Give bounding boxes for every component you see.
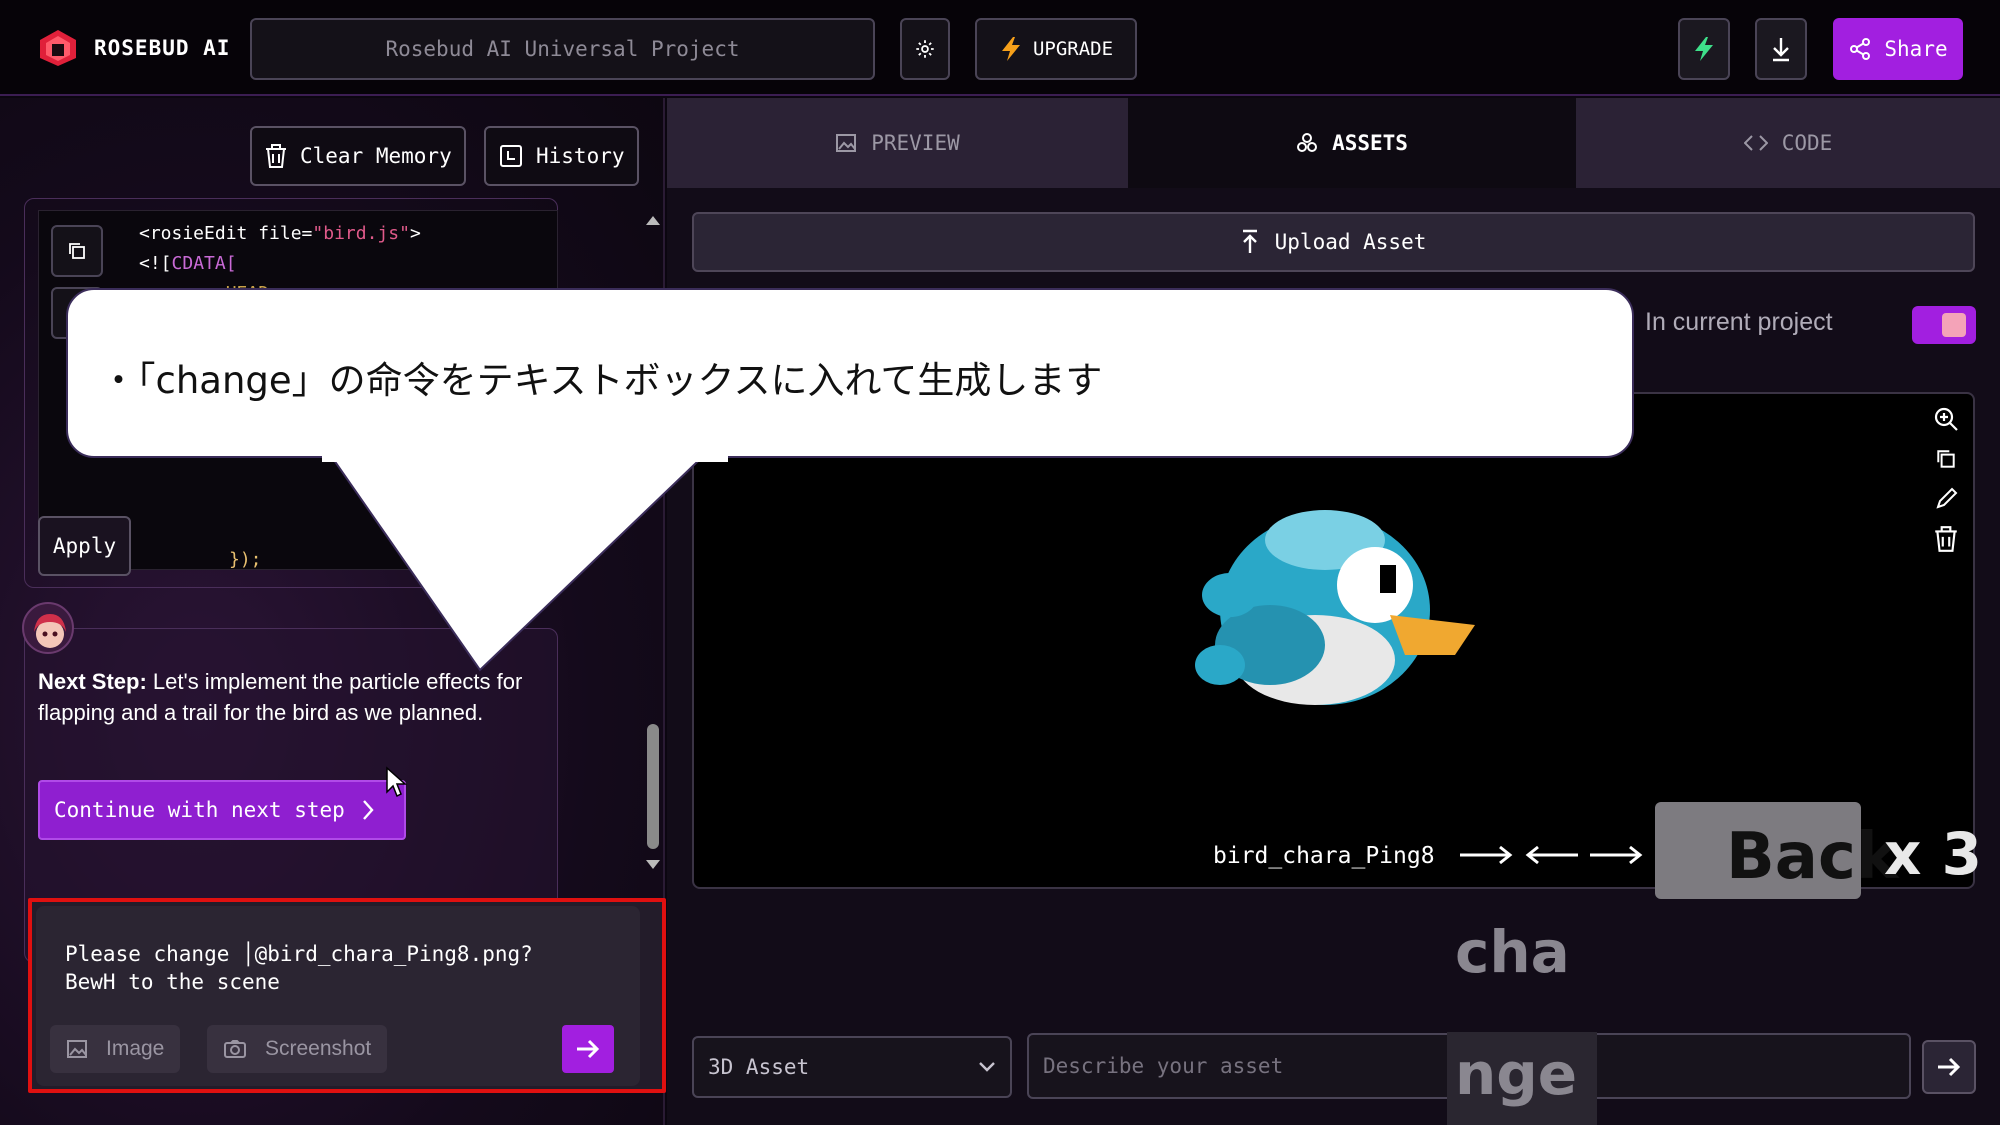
toggle-knob [1942,313,1966,337]
tab-assets[interactable]: ASSETS [1128,98,1576,188]
message-bold: Next Step: [38,669,147,694]
history-button[interactable]: History [484,126,639,186]
upgrade-label: UPGRADE [1032,38,1114,60]
trash-icon [266,144,286,168]
project-name-field[interactable]: Rosebud AI Universal Project [250,18,875,80]
tab-preview[interactable]: PREVIEW [667,98,1128,188]
download-button[interactable] [1755,18,1807,80]
typed-text-annotation: cha [1455,918,1570,986]
tab-label: CODE [1781,131,1833,155]
upload-label: Upload Asset [1274,230,1427,254]
history-icon [500,145,522,167]
clear-memory-label: Clear Memory [300,144,452,168]
screenshot-button[interactable]: Screenshot [207,1025,388,1073]
copy-code-button[interactable] [51,225,103,277]
copy-icon[interactable] [1931,444,1961,474]
typed-text-annotation: nge [1455,1040,1578,1108]
asset-toolbar [1928,404,1964,554]
tab-label: PREVIEW [871,131,960,155]
mouse-cursor-icon [386,766,407,798]
asset-type-value: 3D Asset [708,1055,810,1079]
in-current-project-label: In current project [1645,308,1833,336]
history-label: History [536,144,625,168]
arrow-right-icon [1938,1057,1961,1077]
chevron-right-icon [362,800,374,820]
back-key-label: Back [1726,820,1899,894]
image-icon [67,1040,87,1058]
image-label: Image [106,1037,165,1060]
code-icon [1743,135,1768,151]
gear-icon [916,40,934,58]
code-tail: }); [229,549,262,570]
bird-sprite-image [1195,510,1475,705]
tab-bar: PREVIEW ASSETS CODE [667,98,2000,188]
scrollbar-thumb[interactable] [647,724,659,849]
share-button[interactable]: Share [1833,18,1963,80]
scroll-up-arrow[interactable] [646,216,660,225]
asset-type-select[interactable]: 3D Asset [692,1036,1012,1098]
edit-icon[interactable] [1931,484,1961,514]
key-count-label: x 3 [1884,820,1982,888]
code-line: <rosieEdit file="bird.js"> [139,223,421,244]
rosebud-logo-icon [40,30,76,66]
share-icon [1850,38,1871,60]
settings-button[interactable] [900,18,950,80]
assistant-avatar [22,602,74,654]
tab-code[interactable]: CODE [1576,98,2000,188]
upload-icon [1242,229,1257,253]
bubble-join [322,448,728,462]
camera-icon [224,1040,246,1058]
continue-next-step-button[interactable]: Continue with next step [38,780,406,840]
upgrade-button[interactable]: UPGRADE [975,18,1137,80]
copy-icon [69,243,85,259]
chat-input-text[interactable]: Please change │@bird_chara_Ping8.png? Be… [65,940,625,996]
bolt-icon [1695,37,1713,61]
tab-label: ASSETS [1332,131,1408,155]
screenshot-label: Screenshot [265,1037,372,1060]
logo[interactable]: ROSEBUD AI [36,28,230,68]
generate-asset-button[interactable] [1922,1040,1976,1094]
brand-name: ROSEBUD AI [94,36,231,60]
attach-image-button[interactable]: Image [50,1025,181,1073]
annotation-text: ・「change」の命令をテキストボックスに入れて生成します [100,359,1103,402]
trash-icon[interactable] [1931,524,1961,554]
upload-asset-button[interactable]: Upload Asset [692,212,1975,272]
chevron-down-icon [979,1062,995,1072]
zoom-icon[interactable] [1931,404,1961,434]
speech-bubble-tail [320,440,722,672]
quick-action-button[interactable] [1678,18,1730,80]
arrow-keys-annotation-icon [1460,845,1643,865]
code-line: <![CDATA[ [139,253,237,274]
scroll-down-arrow[interactable] [646,860,660,869]
image-icon [836,134,857,152]
send-message-button[interactable] [562,1025,614,1073]
download-icon [1773,38,1789,62]
clear-memory-button[interactable]: Clear Memory [250,126,466,186]
asset-name: bird_chara_Ping8 [1213,843,1435,869]
apply-button[interactable]: Apply [38,516,131,576]
share-label: Share [1884,37,1948,61]
lightning-icon [1001,37,1020,61]
continue-label: Continue with next step [54,798,345,822]
assets-icon [1297,133,1318,152]
arrow-right-icon [577,1039,600,1059]
top-bar: ROSEBUD AI Rosebud AI Universal Project … [0,0,2000,96]
